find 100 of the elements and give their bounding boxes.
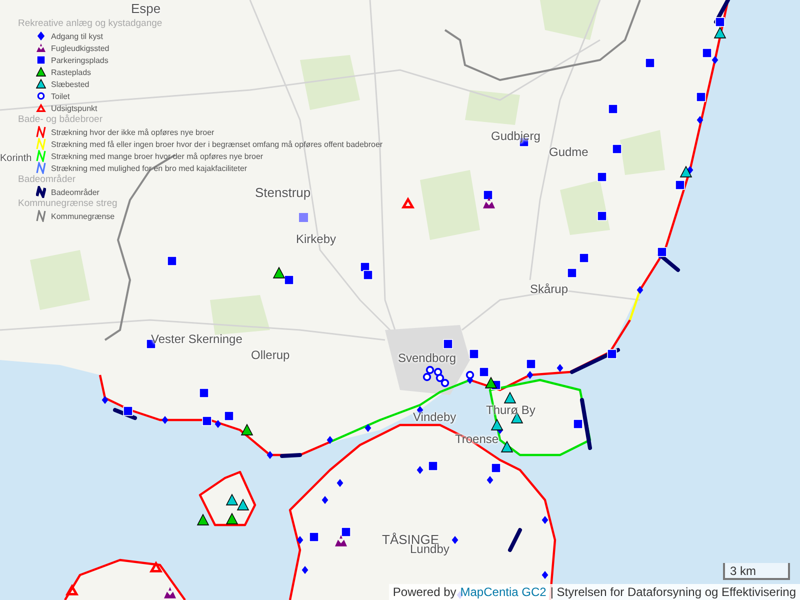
bird-watch-icon	[335, 535, 347, 546]
coast-access-icon	[336, 479, 344, 487]
parking-icon	[645, 58, 655, 68]
bathing-area-line	[113, 408, 137, 420]
coast-access-icon	[162, 416, 168, 424]
parking-icon	[443, 339, 453, 349]
parking-icon	[608, 104, 618, 114]
viewpoint-icon	[401, 197, 415, 208]
viewpoint-icon	[65, 584, 79, 596]
legend-label: Kommunegrænse	[51, 212, 115, 220]
place-label: Svendborg	[398, 352, 456, 364]
place-label: Korinth	[0, 154, 32, 164]
parking-icon	[341, 527, 351, 537]
viewpoint-icon	[149, 561, 163, 572]
forest-patch	[540, 0, 600, 40]
parking-icon	[597, 211, 607, 221]
parking-icon	[123, 406, 133, 416]
coast-access-icon	[416, 466, 424, 474]
parking-icon	[428, 461, 438, 471]
coast-access-icon	[326, 436, 334, 444]
coast-access-icon	[486, 476, 494, 484]
triangle-marker-icon	[714, 26, 726, 38]
parking-icon	[491, 463, 501, 473]
triangle-marker-icon	[504, 392, 516, 404]
triangle-marker-icon	[226, 512, 238, 524]
bathing-area-line	[580, 398, 592, 450]
bathing-area-line	[280, 453, 302, 458]
bird-watch-icon	[164, 587, 176, 598]
place-label: Gudme	[549, 146, 588, 158]
legend-label: Rasteplads	[51, 68, 92, 76]
triangle-marker-icon	[272, 266, 286, 278]
bathing-area-line	[714, 0, 730, 24]
coast-access-icon	[322, 496, 328, 504]
triangle-marker-icon	[484, 376, 498, 388]
legend-heading: Rekreative anlæg og kystadgange	[18, 18, 162, 30]
place-label: Vindeby	[413, 411, 456, 423]
coast-access-icon	[712, 56, 718, 64]
bathing-area-line	[570, 348, 620, 374]
legend-label: Udsigtspunkt	[51, 104, 98, 112]
attribution-text: Powered by	[392, 585, 456, 599]
place-label: Vester Skerninge	[151, 333, 242, 345]
forest-patch	[300, 55, 360, 110]
map-background[interactable]	[0, 0, 800, 600]
triangle-marker-icon	[240, 424, 254, 436]
parking-icon	[597, 172, 607, 182]
bird-watch-icon	[483, 197, 495, 208]
coast-access-icon	[296, 536, 304, 544]
parking-icon	[199, 388, 209, 398]
parking-icon	[284, 275, 294, 285]
legend-label: Strækning med mulighed for en bro med kajakfaciliteter	[51, 164, 248, 172]
legend-heading: Kommunegrænse streg	[18, 198, 118, 210]
place-label: Kirkeby	[296, 233, 336, 245]
forest-patch	[465, 90, 520, 125]
legend-heading: Badeområder	[18, 174, 76, 186]
coast-access-icon	[556, 364, 564, 372]
legend-label: Parkeringsplads	[51, 56, 108, 64]
parking-icon	[607, 349, 617, 359]
parking-icon	[696, 92, 706, 102]
legend-label: Strækning med få eller ingen broer hvor der i begrænset omfang må opføres offent badebroer	[51, 140, 383, 148]
legend-label: Slæbested	[51, 80, 90, 88]
parking-icon	[573, 419, 583, 429]
place-label: Gudbjerg	[491, 130, 540, 142]
triangle-marker-icon	[500, 440, 514, 452]
coast-access-icon	[542, 571, 548, 579]
triangle-marker-icon	[226, 494, 238, 506]
parking-icon	[657, 247, 667, 257]
coast-access-icon	[636, 286, 644, 294]
triangle-marker-icon	[490, 418, 504, 430]
parking-icon	[702, 48, 712, 58]
coast-access-icon	[364, 424, 372, 432]
coast-access-icon	[302, 566, 308, 574]
legend-heading: Bade- og bådebroer	[18, 114, 103, 126]
coast-access-icon	[452, 536, 458, 544]
legend-label: Badeområder	[51, 188, 100, 196]
attribution-text: | Styrelsen for Dataforsyning og Effektivisering	[550, 585, 796, 599]
forest-patch	[210, 295, 270, 335]
coast-access-icon	[542, 516, 548, 524]
parking-icon	[224, 411, 234, 421]
coast-access-icon	[102, 396, 108, 404]
coast-access-icon	[526, 371, 534, 379]
scale-bar: 3 km	[723, 563, 790, 580]
parking-icon	[299, 213, 308, 222]
legend-label: Toilet	[51, 92, 70, 100]
coast-access-icon	[214, 420, 222, 428]
toilet-icon	[466, 370, 474, 380]
parking-icon	[202, 416, 212, 426]
parking-icon	[715, 17, 725, 27]
coast-access-icon	[696, 116, 704, 124]
triangle-marker-icon	[196, 514, 210, 526]
bathing-area-line	[508, 528, 522, 552]
parking-icon	[483, 190, 493, 200]
parking-icon	[675, 180, 685, 190]
parking-icon	[612, 144, 622, 154]
forest-patch	[560, 180, 610, 235]
parking-icon	[309, 532, 319, 542]
place-label: TÅSINGE	[382, 533, 440, 546]
mapcentia-link[interactable]: MapCentia GC2	[460, 585, 546, 599]
parking-icon	[167, 256, 177, 266]
legend-label: Strækning hvor der ikke må opføres nye broer	[51, 128, 214, 136]
forest-patch	[420, 170, 480, 240]
